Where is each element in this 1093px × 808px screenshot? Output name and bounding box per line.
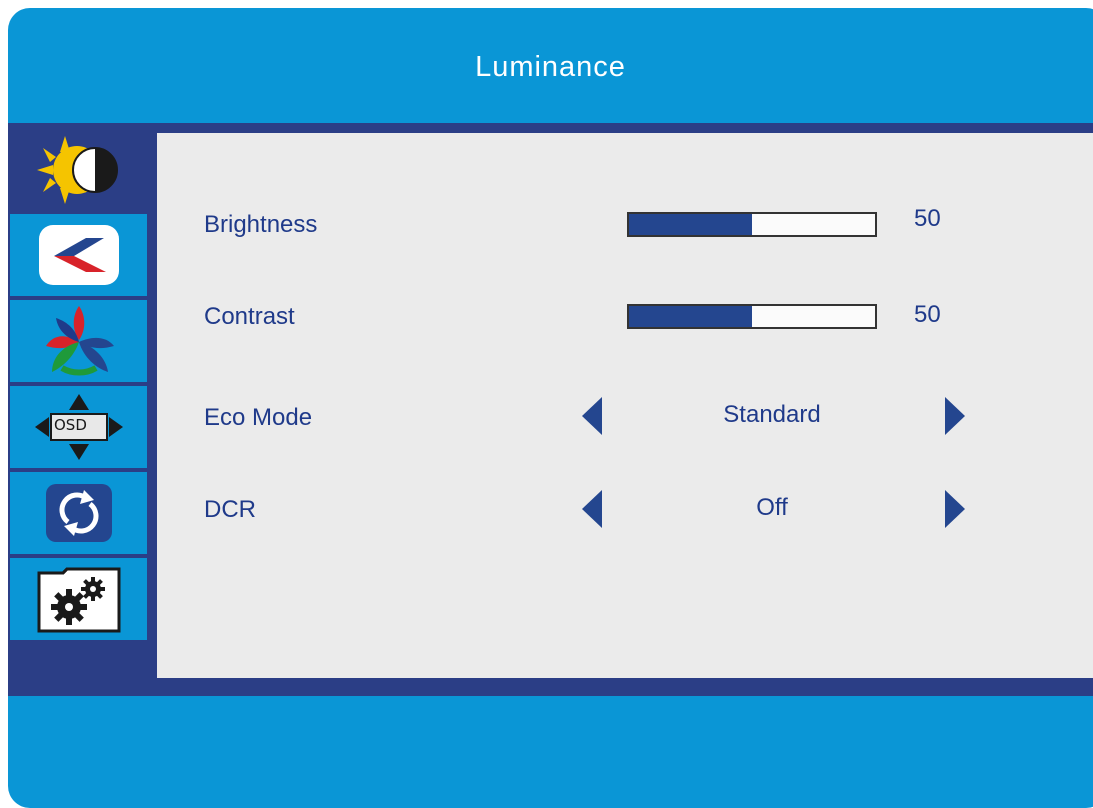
eco-mode-prev-arrow[interactable] [582, 397, 602, 435]
color-tri-icon [45, 306, 114, 376]
contrast-slider-fill [629, 306, 752, 327]
sidebar-item-reset[interactable] [10, 472, 147, 554]
sidebar-item-misc[interactable] [10, 558, 147, 640]
sun-half-moon-icon [36, 136, 118, 204]
settings-panel: Brightness 50 Contrast 50 Eco Mode Stand… [157, 133, 1093, 678]
dcr-prev-arrow[interactable] [582, 490, 602, 528]
osd-label: OSD [54, 416, 87, 434]
contrast-slider[interactable] [627, 304, 877, 329]
sidebar-item-osd-setup[interactable]: OSD [10, 386, 147, 468]
contrast-label: Contrast [204, 303, 295, 330]
brightness-value: 50 [914, 205, 941, 232]
page-title: Luminance [475, 50, 626, 83]
dcr-next-arrow[interactable] [945, 490, 965, 528]
reset-icon [45, 484, 112, 542]
sidebar-item-color-temp[interactable] [10, 300, 147, 382]
eco-mode-label: Eco Mode [204, 404, 313, 431]
brightness-slider[interactable] [627, 212, 877, 237]
osd-window: Luminance OSD Brightness 50 Contrast 50 … [8, 8, 1093, 808]
dcr-value: Off [756, 494, 788, 521]
sidebar-item-image-setup[interactable] [10, 214, 147, 296]
sidebar: OSD [10, 129, 147, 683]
gears-folder-icon [37, 567, 120, 633]
dcr-label: DCR [204, 496, 256, 523]
brightness-label: Brightness [204, 211, 318, 238]
image-setup-icon [38, 225, 119, 285]
eco-mode-value: Standard [723, 401, 821, 428]
sidebar-item-luminance[interactable] [10, 129, 147, 211]
eco-mode-next-arrow[interactable] [945, 397, 965, 435]
brightness-slider-fill [629, 214, 752, 235]
contrast-value: 50 [914, 301, 941, 328]
